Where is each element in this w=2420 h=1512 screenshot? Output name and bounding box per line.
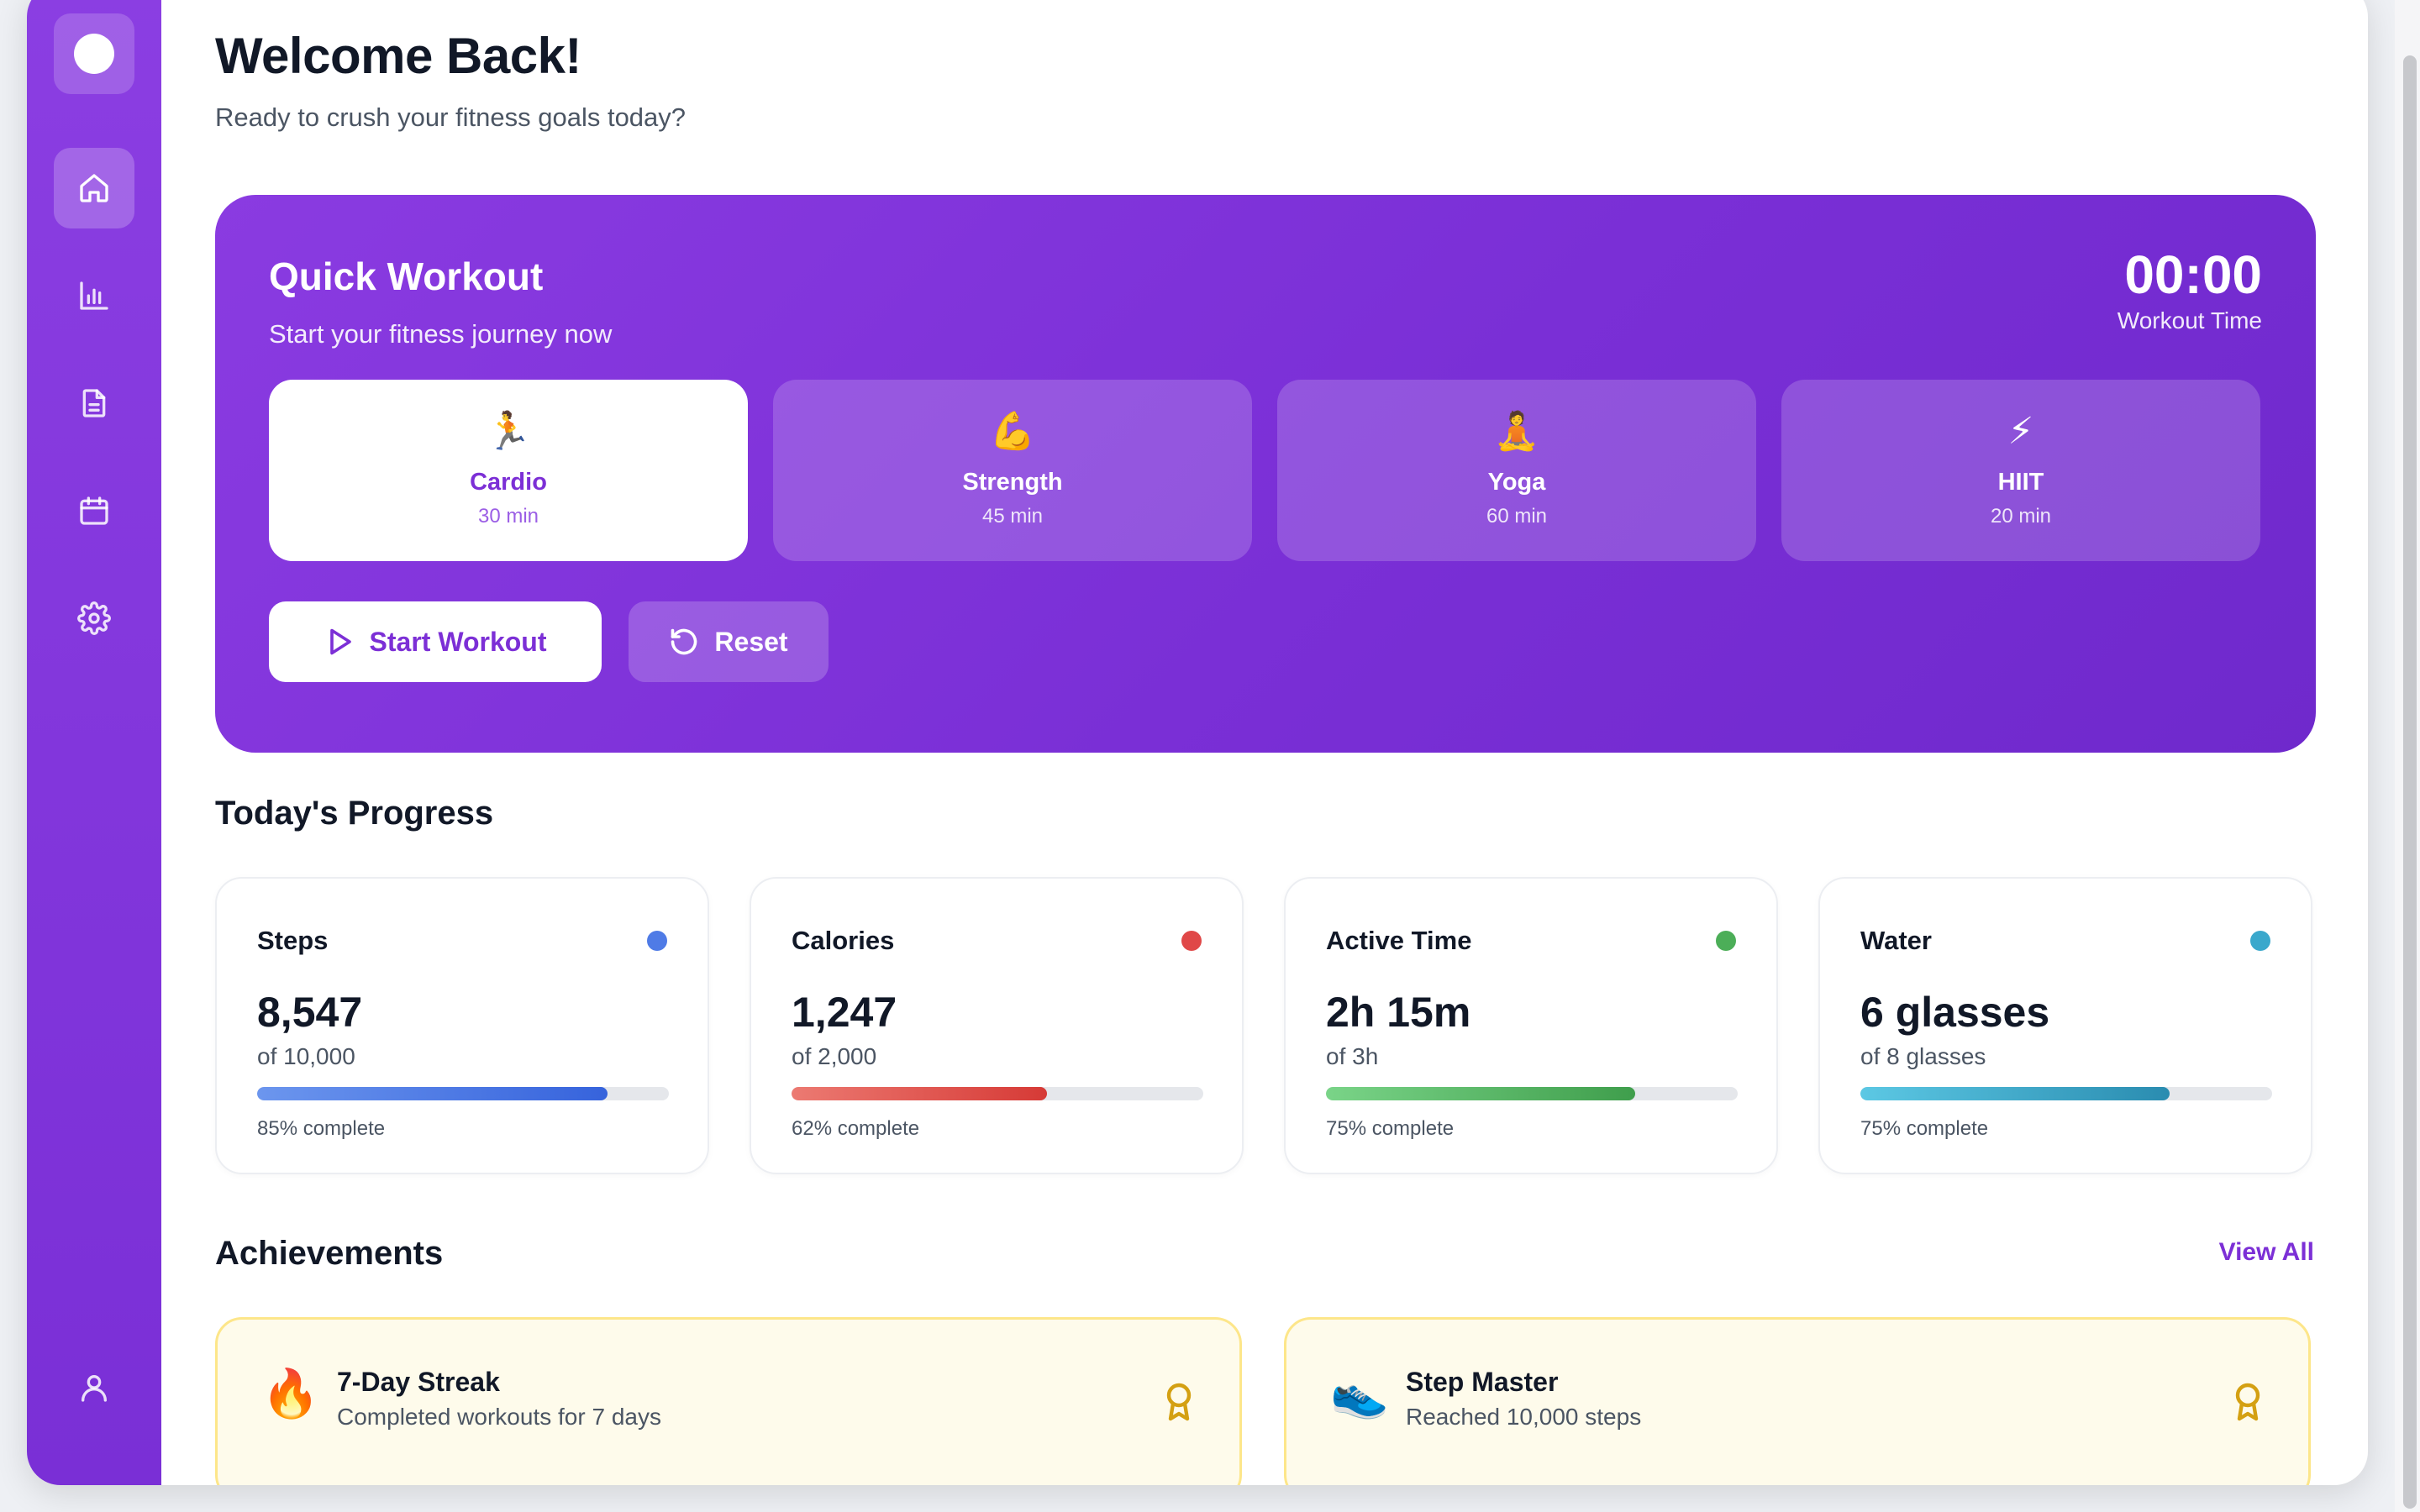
status-dot [1181,931,1202,951]
stat-label: Water [1860,926,1932,955]
workout-type-duration: 30 min [477,504,539,528]
achievement-title: 7-Day Streak [337,1367,500,1397]
sidebar-item-reports[interactable] [54,363,134,444]
achievement-title: Step Master [1406,1367,1559,1397]
progress-fill [257,1087,608,1100]
main-content: Welcome Back! Ready to crush your fitnes… [161,0,2368,1485]
settings-icon [77,601,111,635]
sneaker-icon: 👟 [1330,1367,1389,1420]
achievement-description: Reached 10,000 steps [1406,1404,1642,1430]
page-subtitle: Ready to crush your fitness goals today? [215,102,687,132]
stat-goal: of 2,000 [792,1043,877,1069]
stat-label: Active Time [1326,926,1472,955]
sidebar-item-settings[interactable] [54,578,134,659]
stat-card-calories: Calories 1,247 of 2,000 62% complete [750,877,1244,1174]
workout-type-duration: 20 min [1990,504,2052,528]
stat-goal: of 3h [1326,1043,1379,1069]
progress-bar [1860,1087,2272,1100]
meditation-icon: 🧘 [1493,410,1540,452]
quick-workout-card: Quick Workout Start your fitness journey… [215,195,2316,753]
workout-type-name: Cardio [470,468,547,496]
sidebar-item-home[interactable] [54,148,134,228]
sidebar [27,0,161,1485]
stat-card-water: Water 6 glasses of 8 glasses 75% complet… [1818,877,2312,1174]
sidebar-item-stats[interactable] [54,255,134,336]
workout-timer: 00:00 Workout Time [2118,245,2262,334]
stat-value: 1,247 [792,989,897,1036]
progress-fill [792,1087,1047,1100]
workout-type-name: Yoga [1487,468,1546,496]
award-icon [1162,1382,1196,1422]
stat-percent: 75% complete [1326,1117,1455,1140]
status-dot [1716,931,1736,951]
progress-section-title: Today's Progress [215,795,494,832]
lightning-icon: ⚡ [2007,410,2034,452]
stat-goal: of 10,000 [257,1043,355,1069]
stat-value: 8,547 [257,989,363,1036]
logo-icon [74,34,114,74]
workout-type-strength[interactable]: 💪 Strength 45 min [773,380,1252,561]
workout-type-duration: 60 min [1486,504,1548,528]
start-workout-button[interactable]: Start Workout [269,601,602,682]
view-all-link[interactable]: View All [2219,1238,2314,1267]
chart-icon [80,281,108,310]
sidebar-item-calendar[interactable] [54,470,134,551]
stat-goal: of 8 glasses [1860,1043,1986,1069]
stat-percent: 85% complete [257,1117,386,1140]
stat-percent: 75% complete [1860,1117,1989,1140]
reset-button[interactable]: Reset [629,601,829,682]
workout-type-duration: 45 min [981,504,1044,528]
progress-fill [1860,1087,2170,1100]
achievements-section-title: Achievements [215,1235,444,1272]
scrollbar-thumb[interactable] [2403,55,2417,1509]
app-logo[interactable] [54,13,134,94]
reset-icon [671,628,697,655]
document-icon [82,389,106,417]
quick-workout-subtitle: Start your fitness journey now [269,319,613,349]
stat-value: 6 glasses [1860,989,2050,1036]
workout-type-yoga[interactable]: 🧘 Yoga 60 min [1277,380,1756,561]
start-workout-label: Start Workout [369,626,547,657]
fire-icon: 🔥 [261,1367,320,1420]
achievement-description: Completed workouts for 7 days [337,1404,661,1430]
user-icon [82,1375,108,1402]
achievement-card-step-master[interactable]: 👟 Step Master Reached 10,000 steps [1284,1317,2311,1485]
stat-card-active-time: Active Time 2h 15m of 3h 75% complete [1284,877,1778,1174]
running-icon: 🏃 [485,410,532,452]
workout-type-name: Strength [962,468,1063,496]
reset-label: Reset [714,626,788,657]
stat-percent: 62% complete [792,1117,920,1140]
play-icon [329,628,351,655]
status-dot [647,931,667,951]
page-title: Welcome Back! [215,28,581,84]
workout-type-cardio[interactable]: 🏃 Cardio 30 min [269,380,748,561]
progress-fill [1326,1087,1635,1100]
workout-type-name: HIIT [1997,468,2044,496]
progress-bar [1326,1087,1738,1100]
achievement-card-streak[interactable]: 🔥 7-Day Streak Completed workouts for 7 … [215,1317,1242,1485]
award-icon [2231,1382,2265,1422]
home-icon [80,174,108,202]
timer-value: 00:00 [2124,244,2262,305]
timer-label: Workout Time [2117,307,2262,334]
calendar-icon [80,496,108,525]
stat-card-steps: Steps 8,547 of 10,000 85% complete [215,877,709,1174]
stat-label: Steps [257,926,329,955]
app-window: Welcome Back! Ready to crush your fitnes… [27,0,2368,1485]
stat-value: 2h 15m [1326,989,1471,1036]
sidebar-item-profile[interactable] [54,1347,134,1428]
flexed-arm-icon: 💪 [989,410,1036,452]
stat-label: Calories [792,926,895,955]
workout-type-hiit[interactable]: ⚡ HIIT 20 min [1781,380,2260,561]
page-scrollbar[interactable] [2395,0,2420,1512]
progress-bar [257,1087,669,1100]
progress-bar [792,1087,1203,1100]
quick-workout-title: Quick Workout [269,255,544,298]
status-dot [2250,931,2270,951]
